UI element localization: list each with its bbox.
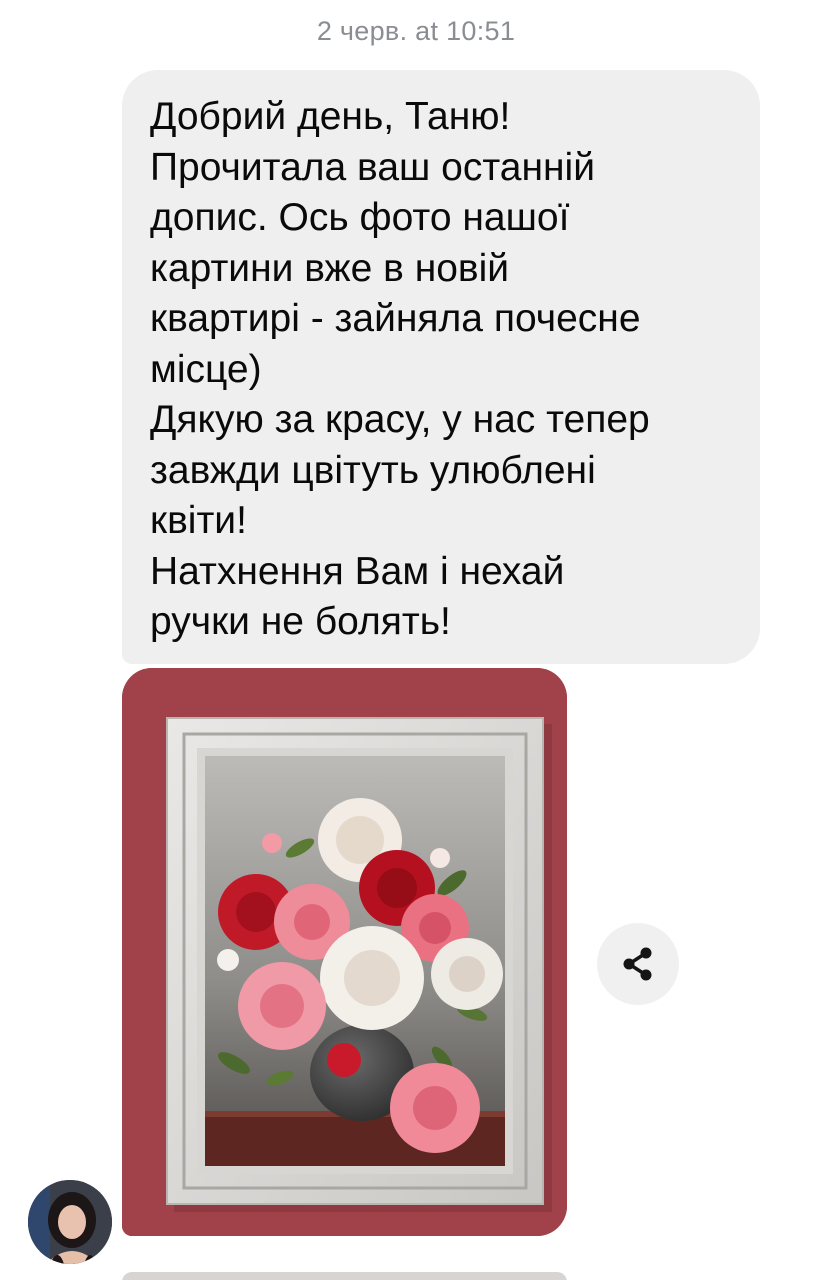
message-line: ручки не болять! [150,600,451,643]
message-line: Натхнення Вам і нехай [150,549,565,593]
message-bubble[interactable]: Добрий день, Таню! Прочитала ваш останні… [122,70,760,664]
message-timestamp: 2 черв. at 10:51 [316,16,516,46]
message-line: квартирі - зайняла почесне [150,297,641,340]
share-icon [623,947,652,981]
chat-screen: 2 черв. at 10:51 Добрий день, Таню! Проч… [0,0,832,1280]
photo-message[interactable] [122,668,567,1236]
message-line: Дякую за красу, у нас тепер [150,398,650,441]
framed-painting-image [122,668,567,1236]
message-line: завжди цвітуть улюблені [150,448,596,492]
message-line: місце) [150,347,262,391]
message-line: допис. Ось фото нашої [150,196,570,239]
sender-avatar[interactable] [28,1180,112,1264]
next-message-preview [122,1272,567,1280]
message-line: картини вже в новій [150,246,510,290]
message-line: Прочитала ваш останній [150,145,595,189]
message-line: квіти! [150,499,247,542]
message-line: Добрий день, Таню! [150,95,511,138]
share-button[interactable] [597,923,679,1005]
avatar-image [28,1180,112,1264]
